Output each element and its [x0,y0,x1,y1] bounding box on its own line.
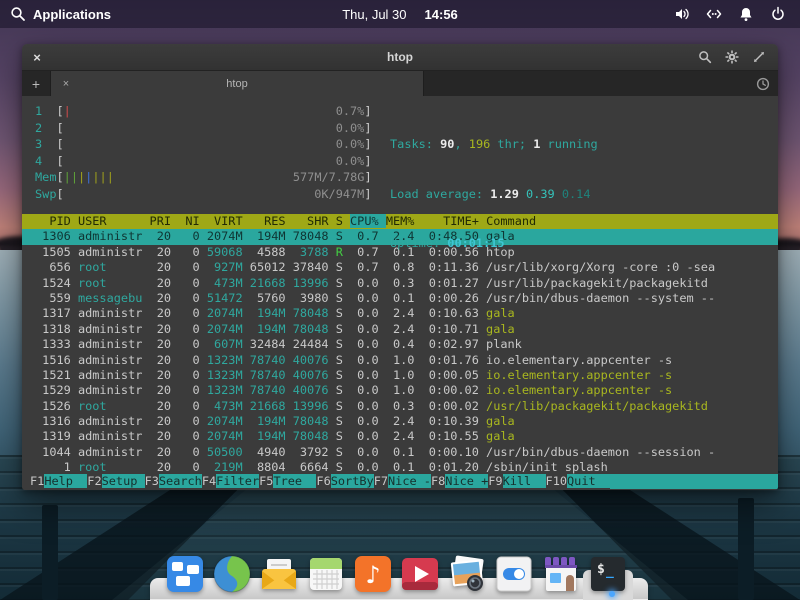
process-row[interactable]: 1529 administr 20 0 1323M 78740 40076 S … [22,383,778,398]
htop-screen: 1 [| 0.7%]2 [ 0.0%]3 [ 0.0%]4 [ 0.0%]Mem… [22,96,778,490]
search-icon[interactable] [698,50,712,64]
dock-icon-terminal[interactable]: $ _ [587,553,629,595]
fkey-filter[interactable]: F4Filter [202,474,259,489]
window-close-button[interactable]: × [22,50,52,65]
process-row[interactable]: 1333 administr 20 0 607M 32484 24484 S 0… [22,337,778,352]
settings-gear-icon[interactable] [725,50,739,64]
pier-post-right [738,498,754,600]
terminal-window: × htop [22,44,778,490]
power-icon[interactable] [770,6,786,22]
fkey-sortby[interactable]: F6SortBy [316,474,373,489]
process-row[interactable]: 1318 administr 20 0 2074M 194M 78048 S 0… [22,322,778,337]
dock-icon-calendar[interactable] [305,553,347,595]
dock-icon-system-settings[interactable] [493,553,535,595]
load-average-line: Load average: 1.29 0.39 0.14 [390,186,598,203]
network-icon[interactable] [706,6,722,22]
fkey-kill[interactable]: F9Kill [488,474,545,489]
search-icon [10,6,26,22]
history-icon[interactable] [756,77,770,91]
applications-menu[interactable]: Applications [0,6,111,22]
dock-icon-multitasking-view[interactable] [164,553,206,595]
fkey-nice-[interactable]: F7Nice - [374,474,431,489]
panel-time: 14:56 [425,7,458,22]
fkey-bar-fill [610,474,778,489]
fkey-nice-[interactable]: F8Nice + [431,474,488,489]
process-row[interactable]: 1317 administr 20 0 2074M 194M 78048 S 0… [22,306,778,321]
window-title: htop [22,50,778,64]
fkey-help[interactable]: F1Help [30,474,87,489]
fkey-setup[interactable]: F2Setup [87,474,144,489]
dock-running-indicator [609,591,615,597]
desktop: Applications Thu, Jul 30 14:56 [0,0,800,600]
process-row[interactable]: 1319 administr 20 0 2074M 194M 78048 S 0… [22,429,778,444]
dock-icon-music[interactable]: ♪ [352,553,394,595]
dock-icon-web-browser[interactable] [211,553,253,595]
terminal-cursor-glyph: _ [606,564,614,579]
fkey-search[interactable]: F3Search [145,474,202,489]
panel-indicators [674,6,800,22]
fkey-tree[interactable]: F5Tree [259,474,316,489]
new-tab-button[interactable]: + [22,71,51,96]
dock-icon-photos[interactable] [446,553,488,595]
tab-title: htop [51,78,423,90]
volume-icon[interactable] [674,6,690,22]
tasks-line: Tasks: 90, 196 thr; 1 running [390,136,598,153]
process-row[interactable]: 1316 administr 20 0 2074M 194M 78048 S 0… [22,414,778,429]
dock-icon-videos[interactable] [399,553,441,595]
fkey-quit[interactable]: F10Quit [546,474,610,489]
svg-text:♪: ♪ [365,561,380,589]
panel-date: Thu, Jul 30 [342,7,406,22]
applications-label: Applications [33,7,111,22]
dock-icon-appcenter[interactable] [540,553,582,595]
uptime-line: Uptime: 00:01:15 [390,235,598,252]
process-row[interactable]: 1521 administr 20 0 1323M 78740 40076 S … [22,368,778,383]
pier-post-left [42,505,58,600]
process-row[interactable]: 1044 administr 20 0 50500 4940 3792 S 0.… [22,445,778,460]
maximize-icon[interactable] [752,50,766,64]
tab-bar: + × htop [22,71,778,96]
dock-icon-mail[interactable] [258,553,300,595]
dock-icons: ♪ [164,553,629,595]
tab-htop[interactable]: × htop [51,71,424,96]
notifications-icon[interactable] [738,6,754,22]
top-panel: Applications Thu, Jul 30 14:56 [0,0,800,28]
process-row[interactable]: 559 messagebu 20 0 51472 5760 3980 S 0.0… [22,291,778,306]
tab-history-area [756,71,778,96]
window-titlebar[interactable]: × htop [22,44,778,71]
terminal-dollar-glyph: $ [597,562,605,577]
tab-close-button[interactable]: × [51,78,81,90]
function-key-bar: F1Help F2Setup F3SearchF4FilterF5Tree F6… [22,474,778,489]
process-row[interactable]: 1516 administr 20 0 1323M 78740 40076 S … [22,353,778,368]
process-row[interactable]: 1526 root 20 0 473M 21668 13996 S 0.0 0.… [22,399,778,414]
htop-summary: Tasks: 90, 196 thr; 1 running Load avera… [390,103,598,285]
